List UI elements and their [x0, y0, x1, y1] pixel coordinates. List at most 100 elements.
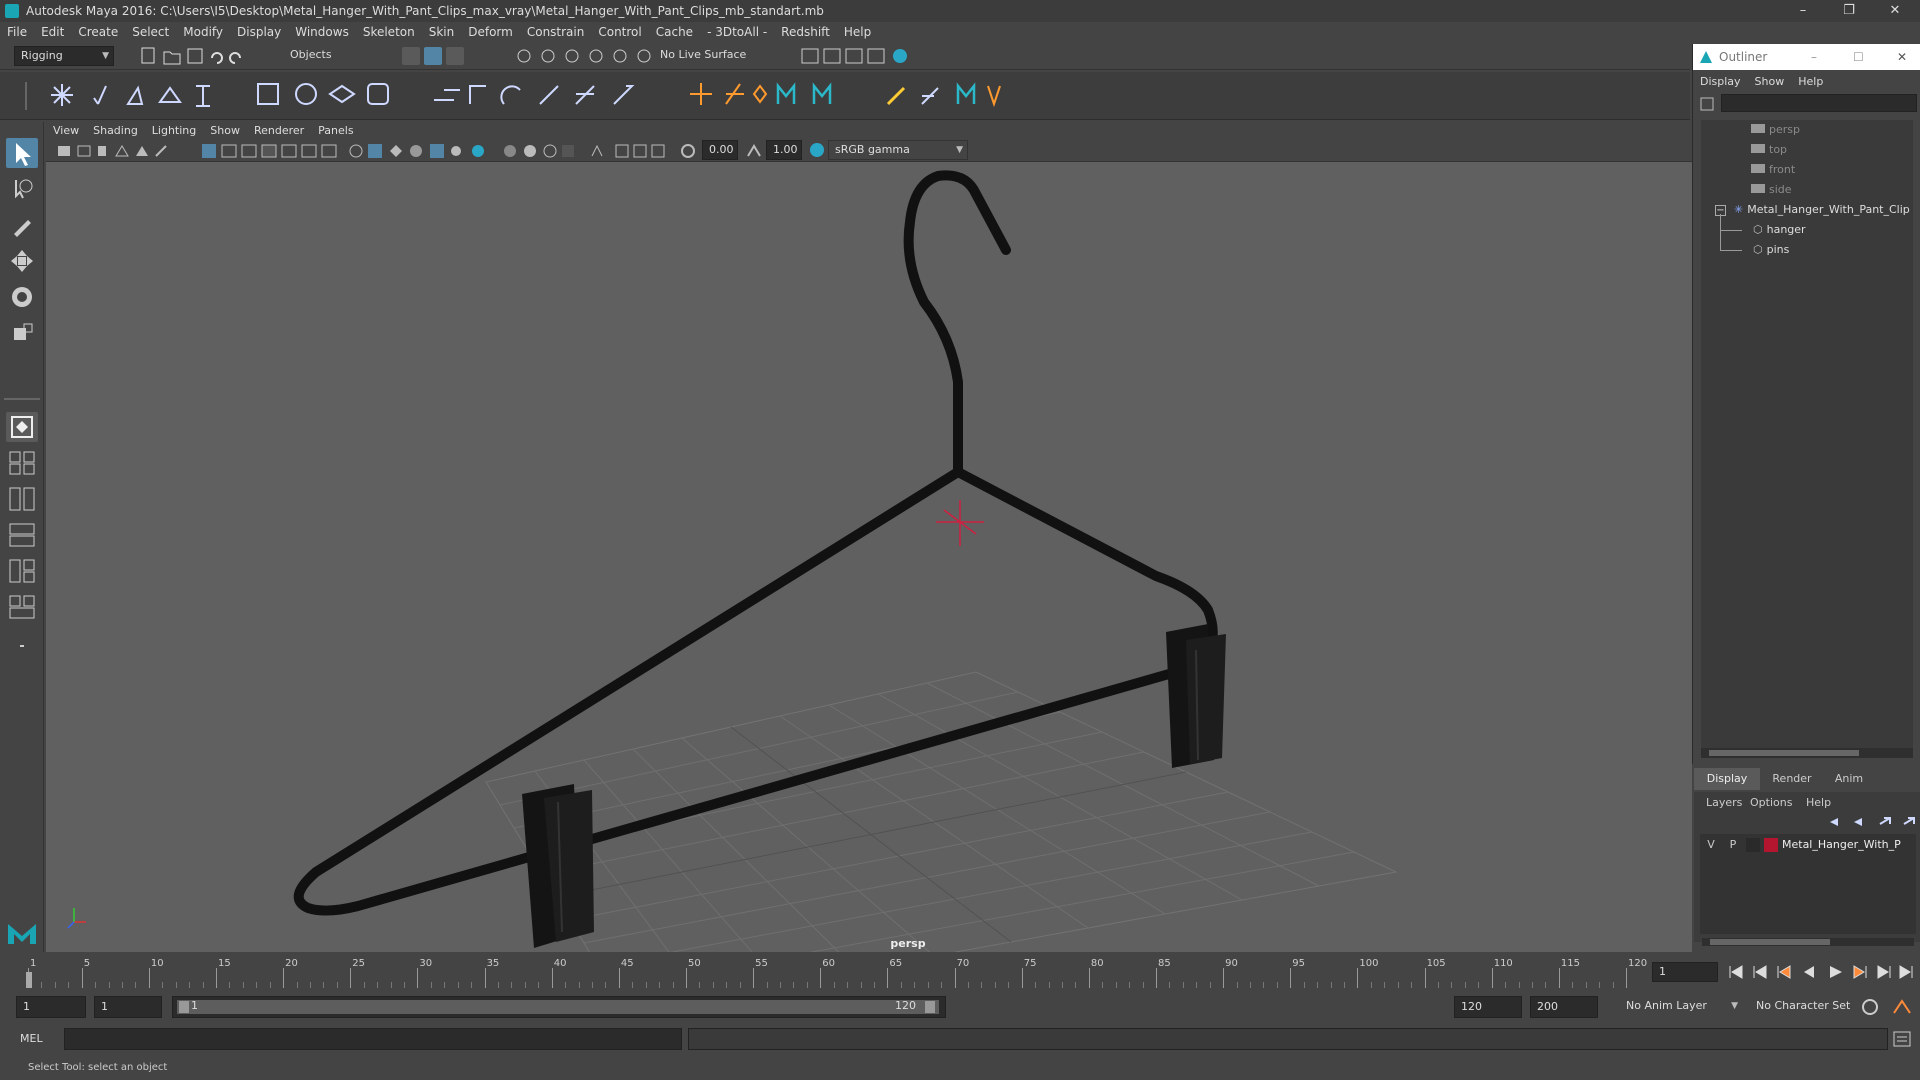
layer-visibility-toggle[interactable]: V: [1704, 838, 1718, 851]
go-to-end-icon[interactable]: [1899, 965, 1913, 979]
select-object-icon[interactable]: [424, 47, 442, 65]
outliner-maximize-button[interactable]: ☐: [1853, 44, 1864, 70]
snap-live-surface-icon[interactable]: [613, 49, 627, 63]
save-scene-icon[interactable]: [187, 48, 203, 64]
move-layer-down-icon[interactable]: [1854, 818, 1862, 826]
step-forward-frame-icon[interactable]: [1853, 965, 1867, 979]
panel-menu-show[interactable]: Show: [203, 122, 247, 140]
menu-create[interactable]: Create: [71, 22, 125, 42]
outliner-item-group[interactable]: − ✳ Metal_Hanger_With_Pant_Clip: [1715, 200, 1910, 220]
outliner-menu-display[interactable]: Display: [1693, 72, 1748, 92]
tab-anim[interactable]: Anim: [1824, 768, 1874, 790]
four-view-layout-button[interactable]: [6, 448, 38, 478]
rigid-bind-icon[interactable]: [295, 83, 317, 105]
bookmark-icon[interactable]: [98, 146, 106, 156]
restore-button[interactable]: ❐: [1826, 0, 1872, 22]
layer-menu-help[interactable]: Help: [1806, 796, 1831, 809]
move-layer-up-icon[interactable]: [1830, 818, 1838, 826]
layer-name[interactable]: Metal_Hanger_With_P: [1782, 838, 1901, 851]
range-end-handle[interactable]: [925, 1001, 935, 1013]
xray-icon[interactable]: [430, 144, 444, 158]
outliner-item-top[interactable]: top: [1751, 140, 1787, 160]
layer-display-type-toggle[interactable]: [1746, 838, 1760, 852]
tab-display[interactable]: Display: [1694, 768, 1760, 790]
range-slider-bar[interactable]: 1 120: [177, 999, 939, 1014]
outliner-close-button[interactable]: ✕: [1897, 44, 1907, 70]
animation-start-field[interactable]: 1: [16, 996, 86, 1018]
pant-clip-right[interactable]: [1166, 624, 1226, 768]
exposure-field[interactable]: 0.00: [702, 140, 738, 160]
hypershade-icon[interactable]: [893, 49, 907, 63]
smooth-shade-icon[interactable]: [368, 144, 382, 158]
menu-deform[interactable]: Deform: [461, 22, 520, 42]
joint-tool-icon[interactable]: [51, 84, 73, 106]
paint-weights-icon[interactable]: [328, 84, 356, 104]
gamma-field[interactable]: 1.00: [766, 140, 802, 160]
blend-shape-icon[interactable]: [469, 85, 486, 104]
layer-menu-options[interactable]: Options: [1750, 796, 1792, 809]
camera-attributes-icon[interactable]: [77, 145, 91, 157]
step-back-frame-icon[interactable]: [1777, 965, 1791, 979]
anim-layer-dropdown[interactable]: No Anim Layer ▼: [1620, 996, 1742, 1018]
current-time-indicator[interactable]: [26, 972, 32, 988]
script-editor-icon[interactable]: [1892, 1030, 1912, 1048]
playback-end-field[interactable]: 120: [1454, 996, 1522, 1018]
safe-title-icon[interactable]: [321, 144, 337, 158]
new-scene-icon[interactable]: [141, 47, 155, 64]
multisample-aa-icon[interactable]: [543, 144, 557, 158]
new-layer-from-selection-icon[interactable]: [1903, 817, 1915, 825]
undo-icon[interactable]: [211, 52, 223, 64]
play-backwards-icon[interactable]: [1804, 966, 1814, 978]
magnet-icon[interactable]: [637, 49, 651, 63]
go-to-start-icon[interactable]: [1729, 965, 1743, 979]
command-input[interactable]: [64, 1028, 682, 1050]
xray-joints-icon[interactable]: [615, 144, 629, 158]
layer-playback-toggle[interactable]: P: [1726, 838, 1740, 851]
step-forward-key-icon[interactable]: [1877, 965, 1891, 979]
screen-space-ao-icon[interactable]: [504, 145, 516, 157]
maya-rig-icon-c[interactable]: [956, 82, 976, 104]
panel-menu-lighting[interactable]: Lighting: [145, 122, 203, 140]
resolution-gate-icon[interactable]: [241, 144, 257, 158]
new-empty-layer-icon[interactable]: [1879, 817, 1891, 825]
field-chart-icon[interactable]: [281, 144, 297, 158]
use-default-material-icon[interactable]: [390, 145, 402, 157]
depth-of-field-icon[interactable]: [562, 145, 574, 157]
ik-handle-icon[interactable]: [93, 85, 107, 105]
outliner-filter-icon[interactable]: [1699, 96, 1715, 112]
select-tool-button[interactable]: [6, 138, 38, 168]
step-back-key-icon[interactable]: [1753, 965, 1767, 979]
color-management-icon[interactable]: [808, 142, 826, 160]
snap-grid-icon[interactable]: [517, 49, 531, 63]
wireframe-icon[interactable]: [349, 144, 363, 158]
time-slider[interactable]: 1 5 10 15 20 25 30 35 40 45 50 55 60 65 70 75 80 85 90 95 10…: [0, 954, 1920, 990]
layer-color-swatch[interactable]: [1764, 838, 1778, 852]
hypershade-layout-button[interactable]: [6, 556, 38, 586]
camera-icon[interactable]: [58, 146, 70, 156]
menu-skeleton[interactable]: Skeleton: [356, 22, 422, 42]
wrap-deformer-icon[interactable]: [539, 85, 559, 105]
maya-rig-icon-b[interactable]: [812, 82, 832, 104]
time-ruler[interactable]: 1 5 10 15 20 25 30 35 40 45 50 55 60 65 70 75 80 85 90 95 10…: [28, 954, 1647, 990]
mirror-joint-icon[interactable]: [158, 86, 182, 103]
outliner-item-hanger[interactable]: ⬡ hanger: [1753, 220, 1806, 240]
range-slider-track[interactable]: 1 120: [172, 996, 946, 1018]
shadows-icon[interactable]: [472, 145, 484, 157]
film-gate-icon[interactable]: [221, 144, 237, 158]
outliner-item-front[interactable]: front: [1751, 160, 1795, 180]
panel-menu-renderer[interactable]: Renderer: [247, 122, 311, 140]
ik-spline-icon[interactable]: [126, 85, 144, 105]
live-surface-label[interactable]: No Live Surface: [660, 48, 746, 61]
open-scene-icon[interactable]: [163, 51, 181, 65]
menu-control[interactable]: Control: [591, 22, 648, 42]
menu-edit[interactable]: Edit: [34, 22, 71, 42]
backface-culling-icon[interactable]: [651, 144, 665, 158]
outliner-menu-show[interactable]: Show: [1748, 72, 1792, 92]
rotate-tool-button[interactable]: [6, 282, 38, 312]
snap-curve-icon[interactable]: [541, 49, 555, 63]
menu-cache[interactable]: Cache: [649, 22, 700, 42]
isolate-select-icon[interactable]: [591, 144, 603, 157]
script-language-toggle[interactable]: MEL: [20, 1032, 43, 1045]
auto-key-icon[interactable]: [1862, 999, 1878, 1015]
character-set-dropdown[interactable]: No Character Set: [1750, 996, 1866, 1018]
